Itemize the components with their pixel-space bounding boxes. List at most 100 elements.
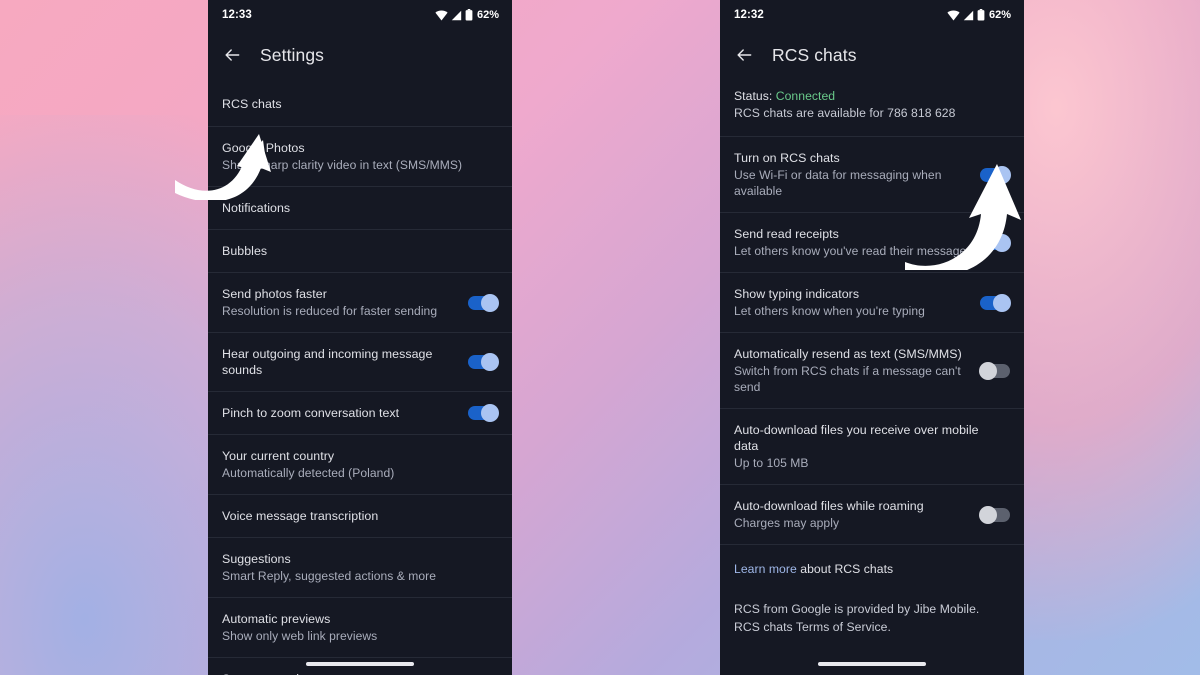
settings-row-auto-download-roaming[interactable]: Auto-download files while roaming Charge…: [720, 484, 1024, 544]
toggle-thumb: [481, 293, 499, 312]
toggle-thumb: [979, 361, 997, 380]
home-indicator: [818, 662, 926, 666]
settings-row-voice-transcription[interactable]: Voice message transcription: [208, 494, 512, 537]
settings-row-turn-on-rcs-chats[interactable]: Turn on RCS chats Use Wi-Fi or data for …: [720, 136, 1024, 212]
row-texts: Pinch to zoom conversation text: [222, 405, 468, 421]
status-detail: RCS chats are available for 786 818 628: [734, 106, 956, 120]
row-subtitle: Use Wi-Fi or data for messaging when ava…: [734, 168, 942, 198]
row-subtitle: Smart Reply, suggested actions & more: [222, 569, 437, 583]
row-title: Suggestions: [222, 552, 291, 566]
settings-list: RCS chats Google Photos Share sharp clar…: [208, 80, 512, 675]
row-texts: Suggestions Smart Reply, suggested actio…: [222, 551, 498, 584]
battery-icon: [465, 9, 473, 21]
row-subtitle: Share sharp clarity video in text (SMS/M…: [222, 158, 463, 172]
status-badge: Status: Connected: [734, 88, 1010, 105]
status-label: Status:: [734, 89, 776, 103]
wifi-icon: [435, 10, 448, 20]
page-title: Settings: [260, 44, 325, 65]
toggle-turn-on-rcs-chats[interactable]: [980, 165, 1011, 184]
status-bar: 12:33 62%: [208, 0, 512, 30]
battery-percent-label: 62%: [476, 9, 499, 21]
row-title: Auto-download files you receive over mob…: [734, 423, 979, 453]
row-title: Spam protection: [222, 671, 492, 675]
toggle-thumb: [993, 233, 1011, 252]
cellular-signal-icon: [451, 10, 462, 20]
row-texts: Spam protection: [222, 671, 498, 675]
row-title: Automatic previews: [222, 612, 331, 626]
row-subtitle: Let others know when you're typing: [734, 304, 925, 318]
learn-more-rest: about RCS chats: [796, 562, 894, 576]
row-subtitle: Switch from RCS chats if a message can't…: [734, 364, 961, 394]
row-texts: Automatically resend as text (SMS/MMS) S…: [734, 346, 980, 395]
row-texts: Auto-download files while roaming Charge…: [734, 498, 980, 531]
row-title: Pinch to zoom conversation text: [222, 406, 400, 420]
toggle-send-photos-faster[interactable]: [468, 293, 499, 312]
row-title: Google Photos: [222, 141, 305, 155]
row-texts: Send photos faster Resolution is reduced…: [222, 286, 468, 319]
toggle-auto-download-roaming[interactable]: [979, 505, 1010, 524]
row-subtitle: Up to 105 MB: [734, 456, 809, 470]
row-texts: Bubbles: [222, 243, 498, 259]
row-title: Bubbles: [222, 244, 268, 258]
terms-of-service-link[interactable]: RCS chats Terms of Service.: [734, 618, 1010, 636]
settings-row-typing-indicators[interactable]: Show typing indicators Let others know w…: [720, 272, 1024, 332]
row-texts: Google Photos Share sharp clarity video …: [222, 140, 498, 173]
row-texts: Automatic previews Show only web link pr…: [222, 611, 498, 644]
toggle-typing-indicators[interactable]: [980, 293, 1011, 312]
row-texts: Hear outgoing and incoming message sound…: [222, 346, 468, 378]
row-title: Turn on RCS chats: [734, 151, 840, 165]
settings-row-pinch-to-zoom[interactable]: Pinch to zoom conversation text: [208, 391, 512, 434]
rcs-status-block: Status: Connected RCS chats are availabl…: [720, 80, 1024, 136]
status-bar: 12:32 62%: [720, 0, 1024, 30]
settings-row-send-photos-faster[interactable]: Send photos faster Resolution is reduced…: [208, 272, 512, 332]
toggle-thumb: [993, 165, 1011, 184]
settings-row-bubbles[interactable]: Bubbles: [208, 229, 512, 272]
settings-row-current-country[interactable]: Your current country Automatically detec…: [208, 434, 512, 494]
row-texts: Auto-download files you receive over mob…: [734, 422, 1010, 471]
settings-row-notifications[interactable]: Notifications: [208, 186, 512, 229]
phone-screen-rcs-chats: 12:32 62% RCS chats Status: Connected RC…: [720, 0, 1024, 675]
toggle-thumb: [979, 505, 997, 524]
toggle-thumb: [481, 353, 499, 371]
battery-icon: [977, 9, 985, 21]
toggle-send-read-receipts[interactable]: [980, 233, 1011, 252]
sidebar-item-rcs-chats[interactable]: RCS chats: [208, 80, 512, 126]
row-texts: Send read receipts Let others know you'v…: [734, 226, 980, 259]
row-title: Hear outgoing and incoming message sound…: [222, 347, 433, 377]
row-texts: RCS chats: [222, 96, 498, 112]
back-arrow-icon[interactable]: [734, 45, 754, 65]
settings-row-send-read-receipts[interactable]: Send read receipts Let others know you'v…: [720, 212, 1024, 272]
row-title: Send read receipts: [734, 227, 839, 241]
back-arrow-icon[interactable]: [222, 45, 242, 65]
row-texts: Your current country Automatically detec…: [222, 448, 498, 481]
row-subtitle: Resolution is reduced for faster sending: [222, 304, 438, 318]
learn-more-link[interactable]: Learn more: [734, 562, 797, 576]
row-title: Automatically resend as text (SMS/MMS): [734, 347, 962, 361]
status-bar-clock: 12:33: [222, 9, 252, 21]
settings-row-google-photos[interactable]: Google Photos Share sharp clarity video …: [208, 126, 512, 186]
toggle-pinch-to-zoom[interactable]: [468, 404, 499, 422]
toggle-message-sounds[interactable]: [468, 353, 499, 371]
rcs-footer: Learn more about RCS chats RCS from Goog…: [720, 544, 1024, 636]
row-title: RCS chats: [222, 97, 282, 111]
row-title: Voice message transcription: [222, 509, 379, 523]
row-texts: Turn on RCS chats Use Wi-Fi or data for …: [734, 150, 980, 199]
phone-screen-settings: 12:33 62% Settings RCS chats Google Phot…: [208, 0, 512, 675]
settings-row-auto-resend-as-text[interactable]: Automatically resend as text (SMS/MMS) S…: [720, 332, 1024, 408]
settings-row-suggestions[interactable]: Suggestions Smart Reply, suggested actio…: [208, 537, 512, 597]
toggle-thumb: [993, 293, 1011, 312]
settings-row-spam-protection[interactable]: Spam protection: [208, 657, 512, 675]
row-subtitle: Charges may apply: [734, 516, 840, 530]
rcs-settings-list: Turn on RCS chats Use Wi-Fi or data for …: [720, 136, 1024, 544]
toggle-thumb: [481, 404, 499, 422]
settings-row-automatic-previews[interactable]: Automatic previews Show only web link pr…: [208, 597, 512, 657]
row-title: Notifications: [222, 201, 291, 215]
toggle-auto-resend-as-text[interactable]: [979, 361, 1010, 380]
row-title: Show typing indicators: [734, 287, 860, 301]
settings-row-message-sounds[interactable]: Hear outgoing and incoming message sound…: [208, 332, 512, 391]
cellular-signal-icon: [963, 10, 974, 20]
app-bar: Settings: [208, 30, 512, 80]
row-title: Auto-download files while roaming: [734, 499, 924, 513]
settings-row-auto-download-mobile-data[interactable]: Auto-download files you receive over mob…: [720, 408, 1024, 484]
row-texts: Voice message transcription: [222, 508, 498, 524]
